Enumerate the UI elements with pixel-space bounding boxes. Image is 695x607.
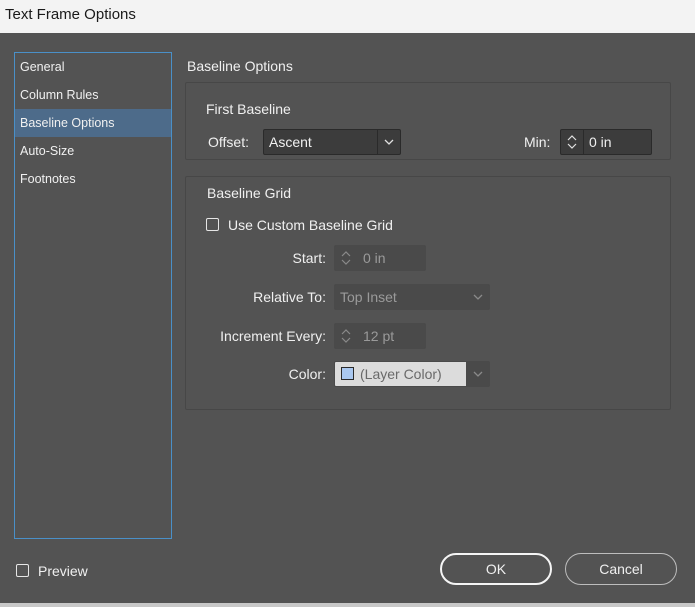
relative-to-label: Relative To: [253,289,326,305]
layer-color-swatch [341,367,354,380]
color-label: Color: [288,366,326,382]
chevron-down-icon [467,285,489,309]
sidebar-item-footnotes[interactable]: Footnotes [15,165,171,193]
spinner-arrows-icon[interactable] [561,130,584,154]
sidebar-item-column-rules[interactable]: Column Rules [15,81,171,109]
ok-button[interactable]: OK [440,553,552,585]
increment-every-value: 12 pt [363,328,395,344]
offset-dropdown[interactable]: Ascent [263,129,401,155]
chevron-down-icon [466,362,489,386]
start-spinner[interactable]: 0 in [334,245,426,271]
category-list: General Column Rules Baseline Options Au… [14,52,172,539]
sidebar-item-auto-size[interactable]: Auto-Size [15,137,171,165]
min-value: 0 in [589,134,612,150]
first-baseline-title: First Baseline [206,101,291,117]
relative-to-dropdown[interactable]: Top Inset [334,284,490,310]
section-title: Baseline Options [187,58,293,74]
offset-label: Offset: [208,134,249,150]
background-window-edge [0,603,695,607]
baseline-grid-title: Baseline Grid [207,185,292,201]
window-title: Text Frame Options [0,0,695,33]
color-value: (Layer Color) [360,366,442,382]
preview-checkbox[interactable] [16,564,29,577]
increment-every-spinner[interactable]: 12 pt [334,323,426,349]
increment-every-label: Increment Every: [220,328,326,344]
use-custom-baseline-grid-checkbox[interactable] [206,218,219,231]
offset-value: Ascent [269,134,312,150]
spinner-arrows-icon[interactable] [335,324,358,348]
min-spinner[interactable]: 0 in [560,129,652,155]
use-custom-baseline-grid-label[interactable]: Use Custom Baseline Grid [228,217,393,233]
sidebar-item-general[interactable]: General [15,53,171,81]
chevron-down-icon [377,130,400,154]
cancel-button[interactable]: Cancel [565,553,677,585]
start-value: 0 in [363,250,386,266]
spinner-arrows-icon[interactable] [335,246,358,270]
color-dropdown[interactable]: (Layer Color) [334,361,490,387]
relative-to-value: Top Inset [340,289,397,305]
sidebar-item-baseline-options[interactable]: Baseline Options [15,109,171,137]
min-label: Min: [524,134,551,150]
start-label: Start: [292,250,326,266]
preview-label[interactable]: Preview [38,563,88,579]
